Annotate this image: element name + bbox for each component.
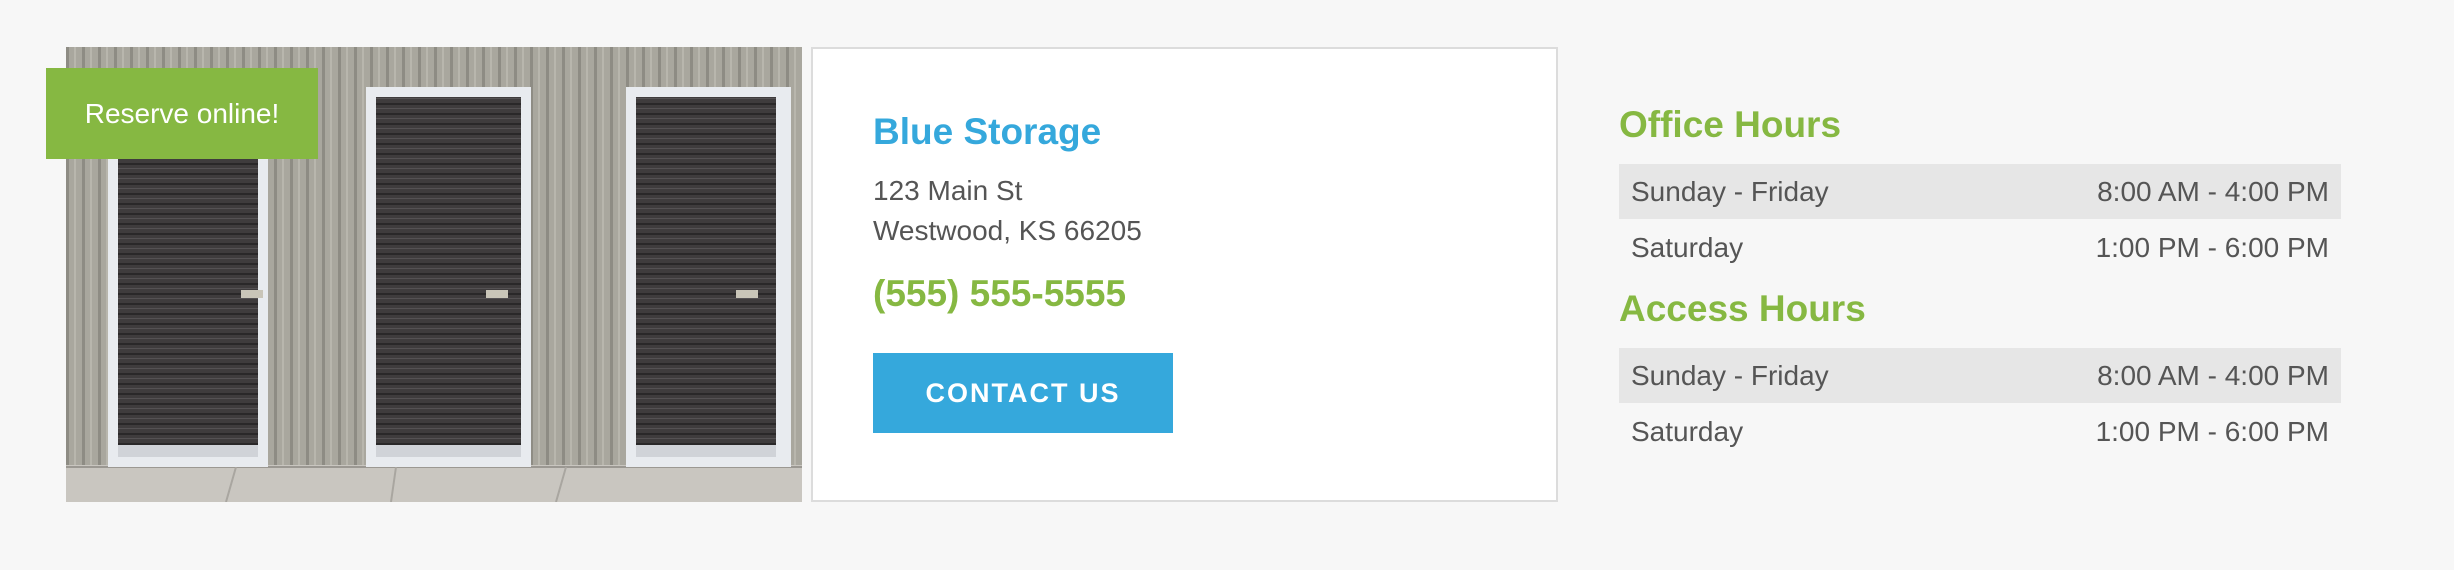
access-hours-time: 1:00 PM - 6:00 PM: [2095, 415, 2329, 447]
access-hours-days: Saturday: [1631, 415, 1744, 447]
facility-info-card: Blue Storage 123 Main St Westwood, KS 66…: [811, 47, 1558, 502]
office-hours-time: 8:00 AM - 4:00 PM: [2097, 175, 2329, 207]
address-line-1: 123 Main St: [873, 175, 1023, 206]
reserve-online-button[interactable]: Reserve online!: [46, 68, 318, 159]
access-hours-title: Access Hours: [1619, 288, 1866, 329]
access-hours-days: Sunday - Friday: [1631, 359, 1829, 391]
office-hours-days: Sunday - Friday: [1631, 175, 1829, 207]
office-hours-time: 1:00 PM - 6:00 PM: [2095, 231, 2329, 263]
office-hours-row: Sunday - Friday 8:00 AM - 4:00 PM: [1619, 164, 2341, 219]
storage-facility-banner: Reserve online! Blue Storage 123 Main St…: [0, 0, 2454, 570]
office-hours-row: Saturday 1:00 PM - 6:00 PM: [1619, 220, 2341, 275]
contact-us-button[interactable]: CONTACT US: [873, 353, 1173, 433]
access-hours-row: Sunday - Friday 8:00 AM - 4:00 PM: [1619, 348, 2341, 403]
office-hours-title: Office Hours: [1619, 104, 1842, 145]
office-hours-days: Saturday: [1631, 231, 1744, 263]
address-line-2: Westwood, KS 66205: [873, 215, 1142, 246]
access-hours-row: Saturday 1:00 PM - 6:00 PM: [1619, 404, 2341, 459]
access-hours-time: 8:00 AM - 4:00 PM: [2097, 359, 2329, 391]
facility-name: Blue Storage: [873, 111, 1102, 152]
phone-link[interactable]: (555) 555-5555: [873, 273, 1126, 315]
